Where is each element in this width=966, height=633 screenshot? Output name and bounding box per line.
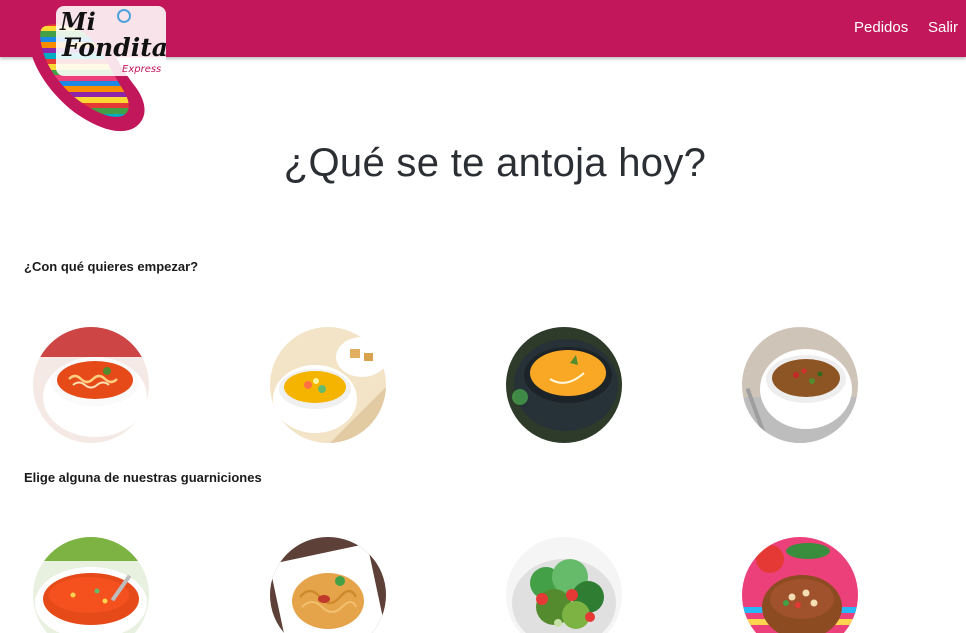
brand-logo[interactable]: Mi Fondita Express bbox=[22, 0, 170, 145]
bean-soup-icon bbox=[742, 327, 858, 443]
page-title: ¿Qué se te antoja hoy? bbox=[283, 141, 707, 185]
nav-link-pedidos[interactable]: Pedidos bbox=[854, 19, 908, 36]
section-title-sides: Elige alguna de nuestras guarniciones bbox=[24, 470, 262, 485]
pumpkin-cream-soup-icon bbox=[506, 327, 622, 443]
nav-link-salir[interactable]: Salir bbox=[928, 19, 958, 36]
dish-green-salad[interactable] bbox=[506, 537, 622, 633]
spaghetti-icon bbox=[270, 537, 386, 633]
mexican-rice-icon bbox=[33, 537, 149, 633]
section-title-starters: ¿Con qué quieres empezar? bbox=[24, 259, 199, 274]
charro-beans-icon bbox=[742, 537, 858, 633]
dish-vegetable-broth[interactable] bbox=[270, 327, 386, 443]
vegetable-broth-icon bbox=[270, 327, 386, 443]
logo-graphic: Mi Fondita Express bbox=[28, 6, 168, 132]
dish-spaghetti[interactable] bbox=[270, 537, 386, 633]
green-salad-icon bbox=[506, 537, 622, 633]
dish-mexican-rice[interactable] bbox=[33, 537, 149, 633]
dish-charro-beans[interactable] bbox=[742, 537, 858, 633]
logo-text-mi: Mi bbox=[59, 7, 96, 36]
dish-tomato-noodle-soup[interactable] bbox=[33, 327, 149, 443]
logo-text-express: Express bbox=[122, 64, 161, 75]
dish-pumpkin-cream-soup[interactable] bbox=[506, 327, 622, 443]
tomato-noodle-soup-icon bbox=[33, 327, 149, 443]
dish-bean-soup[interactable] bbox=[742, 327, 858, 443]
logo-text-fondita: Fondita bbox=[61, 33, 168, 62]
